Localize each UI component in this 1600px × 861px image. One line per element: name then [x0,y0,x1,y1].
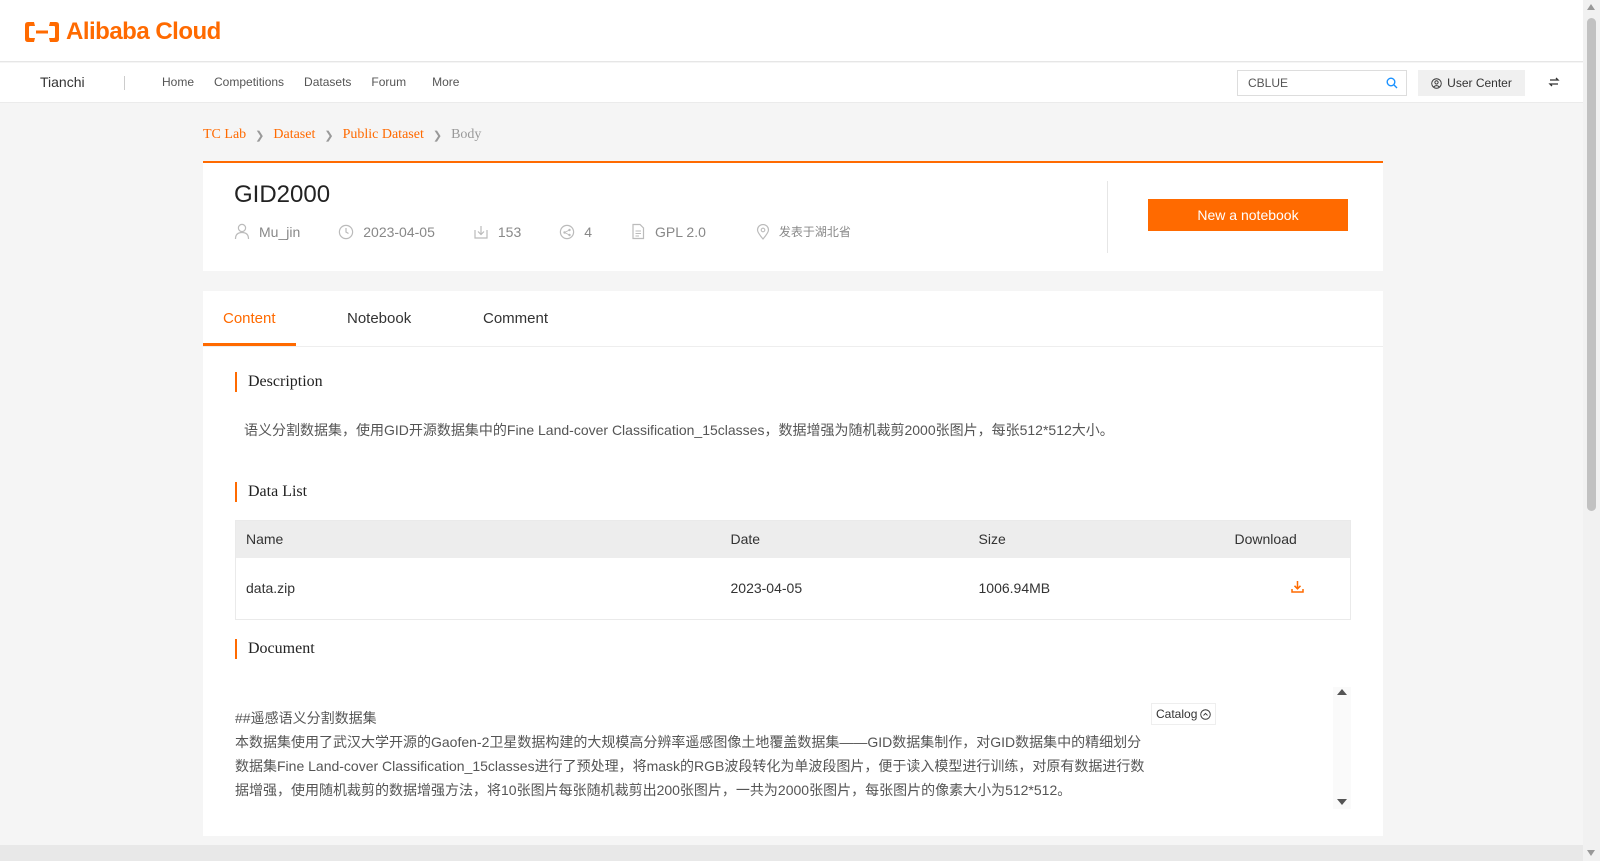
document-icon [632,223,645,240]
document-body: ##遥感语义分割数据集 本数据集使用了武汉大学开源的Gaofen-2卫星数据构建… [235,706,1155,802]
clock-icon [339,224,354,239]
publish-date: 2023-04-05 [363,223,435,240]
download-count-icon [474,225,488,239]
document-paragraph-line: 数据集Fine Land-cover Classification_15clas… [235,758,1145,774]
nav-competitions[interactable]: Competitions [214,75,284,89]
doc-scroll-down-arrow[interactable] [1337,799,1347,805]
nav-forum[interactable]: Forum [371,75,406,89]
chevron-up-circle-icon [1200,708,1212,720]
table-row: data.zip 2023-04-05 1006.94MB [236,558,1351,620]
tab-comment[interactable]: Comment [483,310,548,327]
dataset-header-card: GID2000 Mu_jin 2023-04-05 153 4 GPL 2.0 … [203,163,1383,271]
meta-license: GPL 2.0 [630,223,706,240]
header-divider [1107,181,1108,253]
user-center-label: User Center [1447,76,1512,90]
alibaba-logo-icon [25,22,59,42]
download-count: 153 [497,223,522,240]
column-header-size: Size [978,520,1235,558]
meta-location: 发表于湖北省 [756,223,851,240]
breadcrumb-dataset[interactable]: Dataset [273,127,315,143]
alibaba-cloud-logo[interactable]: Alibaba Cloud [24,18,221,46]
description-heading: Description [235,372,323,392]
tianchi-brand[interactable]: Tianchi [40,74,85,90]
scroll-up-arrow[interactable] [1587,4,1595,10]
user-icon [234,223,250,240]
download-icon[interactable] [1291,580,1304,593]
meta-author: Mu_jin [234,223,300,240]
location-pin-icon [756,223,769,240]
breadcrumb: TC Lab ❯ Dataset ❯ Public Dataset ❯ Body [203,127,481,143]
scroll-down-arrow[interactable] [1587,850,1595,856]
breadcrumb-public-dataset[interactable]: Public Dataset [343,127,424,143]
document-heading: Document [235,639,315,659]
author-name[interactable]: Mu_jin [259,224,300,240]
search-box [1237,70,1407,96]
chevron-right-icon: ❯ [432,129,443,142]
meta-shares: 4 [559,224,592,240]
content-tabs: Content Notebook Comment [203,291,1383,347]
catalog-label: Catalog [1156,707,1198,721]
document-paragraph-line: 据增强，使用随机裁剪的数据增强方法，将10张图片每张随机裁剪出200张图片，一共… [235,782,1072,798]
column-header-name: Name [235,520,731,558]
search-icon[interactable] [1386,77,1398,89]
nav-more[interactable]: More [432,75,459,89]
user-icon [1431,77,1442,89]
breadcrumb-body: Body [451,127,482,142]
nav-links: Home Competitions Datasets Forum More [162,75,459,89]
switch-icon[interactable] [1548,76,1560,88]
logo-text: Alibaba Cloud [66,18,221,45]
top-header: Alibaba Cloud [0,0,1583,62]
data-list-heading: Data List [235,482,307,502]
horizontal-scrollbar[interactable] [0,845,1583,861]
active-tab-indicator [203,343,296,346]
file-name: data.zip [246,580,296,597]
table-header-row: Name Date Size Download [235,520,1351,558]
meta-date: 2023-04-05 [338,224,435,240]
meta-downloads: 153 [473,224,521,240]
document-scrollbar[interactable] [1333,687,1351,809]
data-list-table: Name Date Size Download data.zip 2023-04… [235,520,1351,620]
brand-divider [124,76,125,90]
doc-scroll-up-arrow[interactable] [1337,689,1347,695]
tab-notebook[interactable]: Notebook [347,310,411,327]
license: GPL 2.0 [655,223,706,240]
scroll-thumb[interactable] [1587,18,1596,511]
content-card: Content Notebook Comment Description 语义分… [203,291,1383,836]
share-count: 4 [584,223,593,240]
main-nav: Tianchi Home Competitions Datasets Forum… [0,63,1583,103]
user-center-button[interactable]: User Center [1418,70,1525,96]
description-text: 语义分割数据集，使用GID开源数据集中的Fine Land-cover Clas… [244,422,1114,438]
location: 发表于湖北省 [778,225,851,239]
page-scrollbar[interactable] [1583,0,1600,861]
nav-home[interactable]: Home [162,75,194,89]
file-date: 2023-04-05 [730,580,803,597]
nav-datasets[interactable]: Datasets [304,75,351,89]
tab-content[interactable]: Content [223,310,276,327]
chevron-right-icon: ❯ [255,129,265,142]
file-size: 1006.94MB [978,580,1051,597]
page-title: GID2000 [234,181,331,208]
dataset-meta: Mu_jin 2023-04-05 153 4 GPL 2.0 发表于湖北省 [234,223,851,240]
catalog-toggle[interactable]: Catalog [1151,703,1217,725]
breadcrumb-tc-lab[interactable]: TC Lab [203,127,246,143]
share-icon [560,224,575,239]
column-header-download: Download [1234,520,1351,558]
search-input[interactable] [1238,71,1378,95]
column-header-date: Date [730,520,979,558]
chevron-right-icon: ❯ [324,129,334,142]
document-paragraph-line: 本数据集使用了武汉大学开源的Gaofen-2卫星数据构建的大规模高分辨率遥感图像… [235,734,1142,750]
document-heading-line: ##遥感语义分割数据集 [235,710,377,726]
download-cell [1235,558,1351,620]
new-notebook-button[interactable]: New a notebook [1148,199,1348,231]
